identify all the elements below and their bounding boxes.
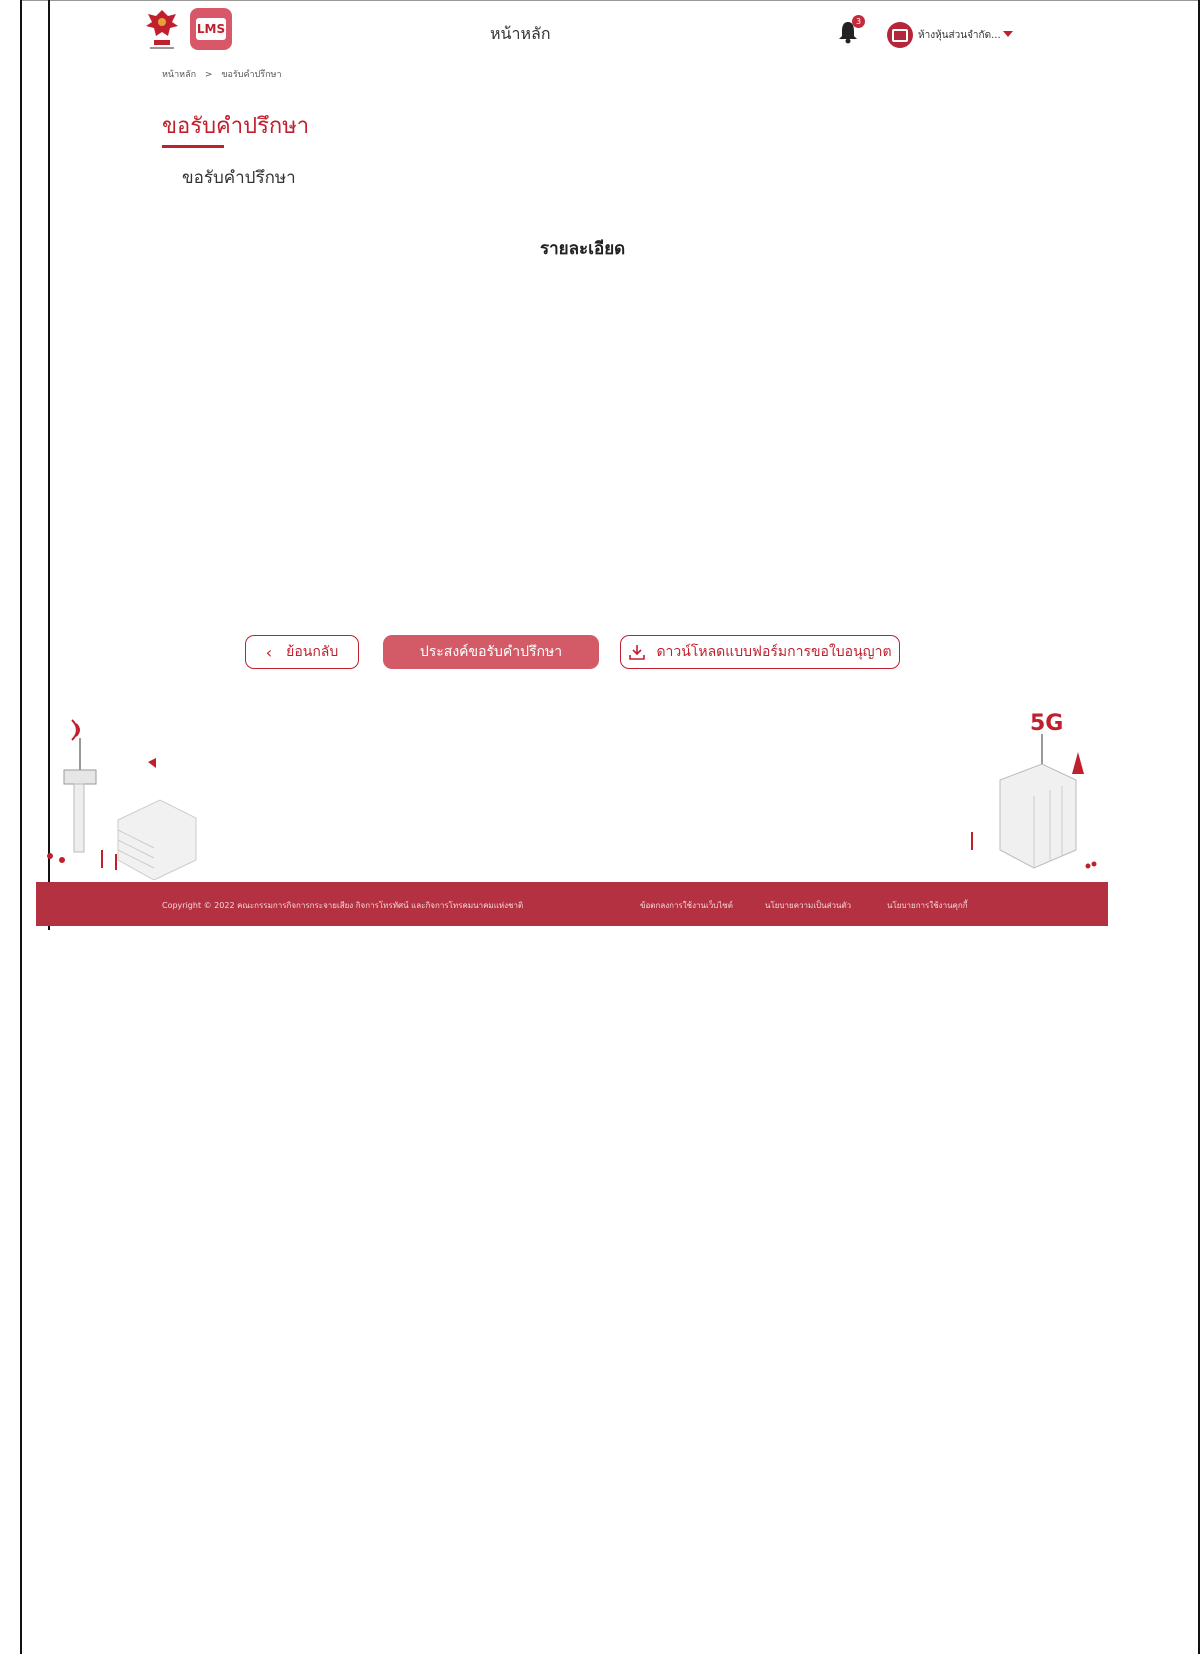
download-icon (629, 645, 646, 660)
breadcrumb-current: ขอรับคำปรึกษา (221, 70, 282, 80)
lms-logo-text: LMS (196, 18, 226, 40)
footer-link-terms[interactable]: ข้อตกลงการใช้งานเว็บไซต์ (640, 899, 733, 912)
download-form-button[interactable]: ดาวน์โหลดแบบฟอร์มการขอใบอนุญาต (620, 635, 900, 669)
lms-logo: LMS (190, 8, 232, 50)
page-title: ขอรับคำปรึกษา (162, 114, 310, 139)
title-underline (162, 145, 224, 148)
back-button-label: ย้อนกลับ (286, 644, 339, 660)
footer-copyright: Copyright © 2022 คณะกรรมการกิจการกระจายเ… (162, 901, 524, 910)
organization-avatar-icon[interactable] (887, 22, 913, 48)
user-menu-name[interactable]: ห้างหุ้นส่วนจำกัด... (918, 28, 1001, 43)
download-button-label: ดาวน์โหลดแบบฟอร์มการขอใบอนุญาต (656, 644, 892, 660)
section-title: ขอรับคำปรึกษา (182, 168, 296, 188)
city-tower-illustration (47, 719, 197, 880)
footer-link-cookies[interactable]: นโยบายการใช้งานคุกกี้ (887, 899, 968, 912)
back-button[interactable]: ‹ ย้อนกลับ (245, 635, 359, 669)
breadcrumb-home[interactable]: หน้าหลัก (162, 70, 196, 80)
5g-badge: 5G (1030, 711, 1063, 736)
garuda-emblem-logo (146, 10, 178, 49)
chevron-left-icon: ‹ (265, 642, 273, 662)
notification-badge: 3 (852, 15, 865, 28)
nav-home-link[interactable]: หน้าหลัก (490, 22, 551, 47)
detail-heading: รายละเอียด (540, 239, 626, 259)
5g-building-illustration: 5G (971, 711, 1097, 869)
footer-link-privacy[interactable]: นโยบายความเป็นส่วนตัว (765, 899, 851, 912)
chevron-down-icon[interactable] (1003, 31, 1013, 37)
site-footer: Copyright © 2022 คณะกรรมการกิจการกระจายเ… (36, 882, 1108, 926)
breadcrumb: หน้าหลัก > ขอรับคำปรึกษา (162, 67, 282, 81)
breadcrumb-separator: > (204, 70, 213, 80)
request-button-label: ประสงค์ขอรับคำปรึกษา (419, 644, 563, 660)
request-consultation-button[interactable]: ประสงค์ขอรับคำปรึกษา (383, 635, 599, 669)
